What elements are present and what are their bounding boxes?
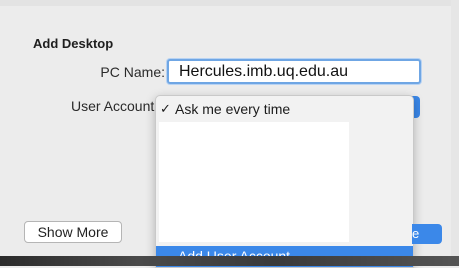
menu-item-label: Ask me every time: [175, 101, 291, 117]
desktop-background-strip: [0, 256, 459, 266]
menu-blank-area: [159, 122, 349, 242]
user-account-label: User Account: [71, 98, 155, 114]
add-button[interactable]: e: [412, 224, 442, 244]
window-top-edge: [0, 0, 459, 6]
checkmark-icon: ✓: [160, 101, 171, 116]
section-title: Add Desktop: [33, 36, 114, 51]
pc-name-input[interactable]: [167, 59, 421, 84]
menu-item-ask-me-every-time[interactable]: ✓ Ask me every time: [156, 100, 413, 120]
add-button-label: e: [412, 226, 420, 241]
user-account-dropdown-menu: ✓ Ask me every time Add User Account...: [155, 95, 414, 268]
pc-name-label: PC Name:: [100, 64, 165, 80]
show-more-button[interactable]: Show More: [24, 221, 122, 243]
window-right-edge: [451, 0, 459, 266]
